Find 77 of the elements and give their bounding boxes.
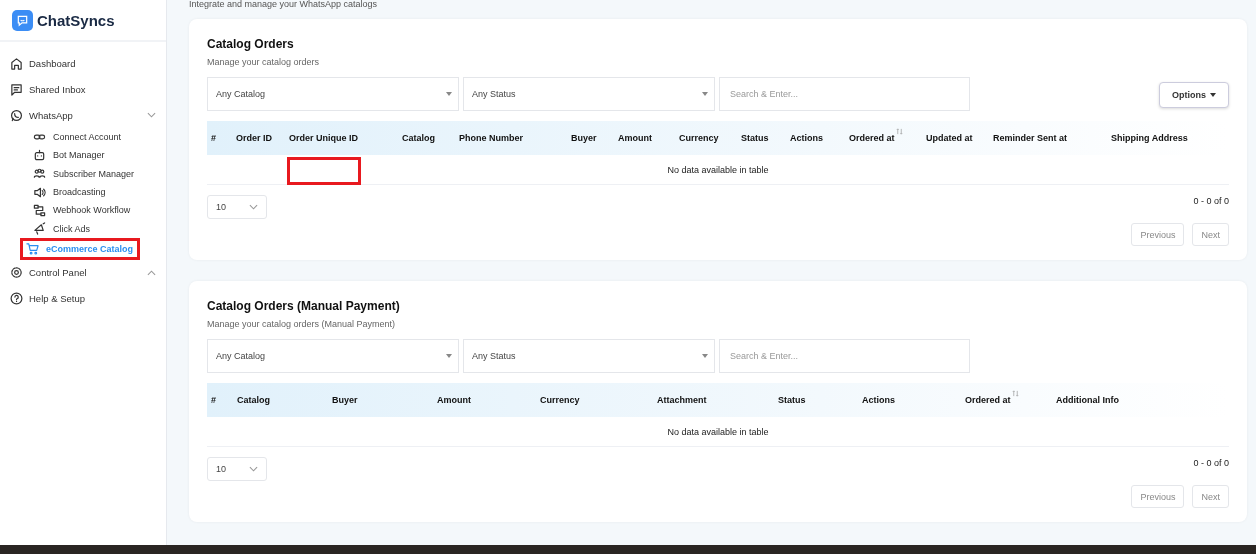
next-button[interactable]: Next <box>1192 223 1229 246</box>
column-header[interactable]: Order ID <box>236 133 272 143</box>
column-header[interactable]: Actions <box>862 395 895 405</box>
sidebar-item[interactable]: WhatsApp <box>0 102 166 128</box>
sidebar-subitem[interactable]: eCommerce Catalog <box>20 237 140 260</box>
previous-button[interactable]: Previous <box>1131 223 1185 246</box>
page-size-dropdown[interactable]: 10 <box>207 195 267 219</box>
chevron-icon <box>147 269 156 276</box>
page-size-dropdown[interactable]: 10 <box>207 457 267 481</box>
home-icon <box>10 56 23 70</box>
pagination-info: 0 - 0 of 0 <box>1193 458 1229 468</box>
column-header[interactable]: Reminder Sent at <box>993 133 1068 143</box>
sidebar-subitem[interactable]: Connect Account <box>19 128 166 147</box>
catalog-dropdown[interactable]: Any Catalog <box>207 77 459 111</box>
sidebar-item[interactable]: Dashboard <box>0 50 166 76</box>
settings-icon <box>10 266 23 280</box>
sidebar-subitem[interactable]: Bot Manager <box>19 146 166 165</box>
options-button[interactable]: Options <box>1159 82 1229 108</box>
brand-name: ChatSyncs <box>37 11 115 29</box>
card-title: Catalog Orders (Manual Payment) <box>207 299 401 313</box>
column-header[interactable]: Currency <box>540 395 580 405</box>
column-header[interactable]: # <box>211 133 216 143</box>
workflow-icon <box>33 203 46 217</box>
sort-icon[interactable] <box>895 128 903 135</box>
sidebar-item[interactable]: Help & Setup <box>0 285 166 312</box>
sidebar-item[interactable]: Control Panel <box>0 259 166 286</box>
column-header[interactable]: Status <box>778 395 806 405</box>
column-header[interactable]: Catalog <box>402 133 435 143</box>
chevron-icon <box>147 112 156 118</box>
status-dropdown[interactable]: Any Status <box>463 77 715 111</box>
previous-button[interactable]: Previous <box>1131 485 1185 508</box>
sidebar-subitem[interactable]: Webhook Workflow <box>19 201 166 220</box>
sort-icon[interactable] <box>1011 390 1019 397</box>
column-header[interactable]: Amount <box>618 133 652 143</box>
column-header[interactable]: Order Unique ID <box>289 133 358 143</box>
column-header[interactable]: Phone Number <box>459 133 523 143</box>
empty-table-message: No data available in table <box>667 426 769 437</box>
column-header[interactable]: Ordered at <box>965 395 1011 405</box>
column-header[interactable]: Attachment <box>657 395 707 405</box>
column-header[interactable]: Updated at <box>926 133 973 143</box>
sidebar-subitem[interactable]: Broadcasting <box>19 182 166 202</box>
chevron-icon <box>249 466 258 472</box>
cart-icon <box>26 242 39 256</box>
column-header[interactable]: Currency <box>679 133 719 143</box>
logo-icon <box>12 9 33 31</box>
column-header[interactable]: # <box>211 395 216 405</box>
column-header[interactable]: Catalog <box>237 395 270 405</box>
column-header[interactable]: Additional Info <box>1056 395 1119 405</box>
column-header[interactable]: Actions <box>790 133 823 143</box>
pagination-info: 0 - 0 of 0 <box>1193 196 1229 206</box>
column-header[interactable]: Status <box>741 133 769 143</box>
empty-table-message: No data available in table <box>667 164 769 175</box>
sidebar-subitem[interactable]: Subscriber Manager <box>19 164 166 183</box>
chevron-icon <box>249 204 258 210</box>
column-header[interactable]: Amount <box>437 395 471 405</box>
users-icon <box>33 167 46 181</box>
status-dropdown[interactable]: Any Status <box>463 339 715 373</box>
search-field[interactable]: Search & Enter... <box>719 77 970 111</box>
help-icon <box>10 292 23 306</box>
search-field[interactable]: Search & Enter... <box>719 339 970 373</box>
megaphone-icon <box>33 222 46 236</box>
card-subtitle: Manage your catalog orders (Manual Payment) <box>207 319 397 329</box>
chat-bubble-icon <box>10 108 23 122</box>
column-header[interactable]: Buyer <box>332 395 358 405</box>
robot-icon <box>33 148 46 162</box>
next-button[interactable]: Next <box>1192 485 1229 508</box>
speaker-icon <box>33 185 46 199</box>
column-header[interactable]: Shipping Address <box>1111 133 1188 143</box>
card-subtitle: Manage your catalog orders <box>207 57 321 67</box>
sidebar-subitem[interactable]: Click Ads <box>19 219 166 238</box>
column-header[interactable]: Buyer <box>571 133 597 143</box>
column-header[interactable]: Ordered at <box>849 133 895 143</box>
catalog-dropdown[interactable]: Any Catalog <box>207 339 459 373</box>
message-icon <box>10 82 23 96</box>
card-title: Catalog Orders <box>207 37 295 51</box>
page-subtitle: Integrate and manage your WhatsApp catalogs <box>189 0 379 11</box>
sidebar-item[interactable]: Shared Inbox <box>0 76 166 102</box>
